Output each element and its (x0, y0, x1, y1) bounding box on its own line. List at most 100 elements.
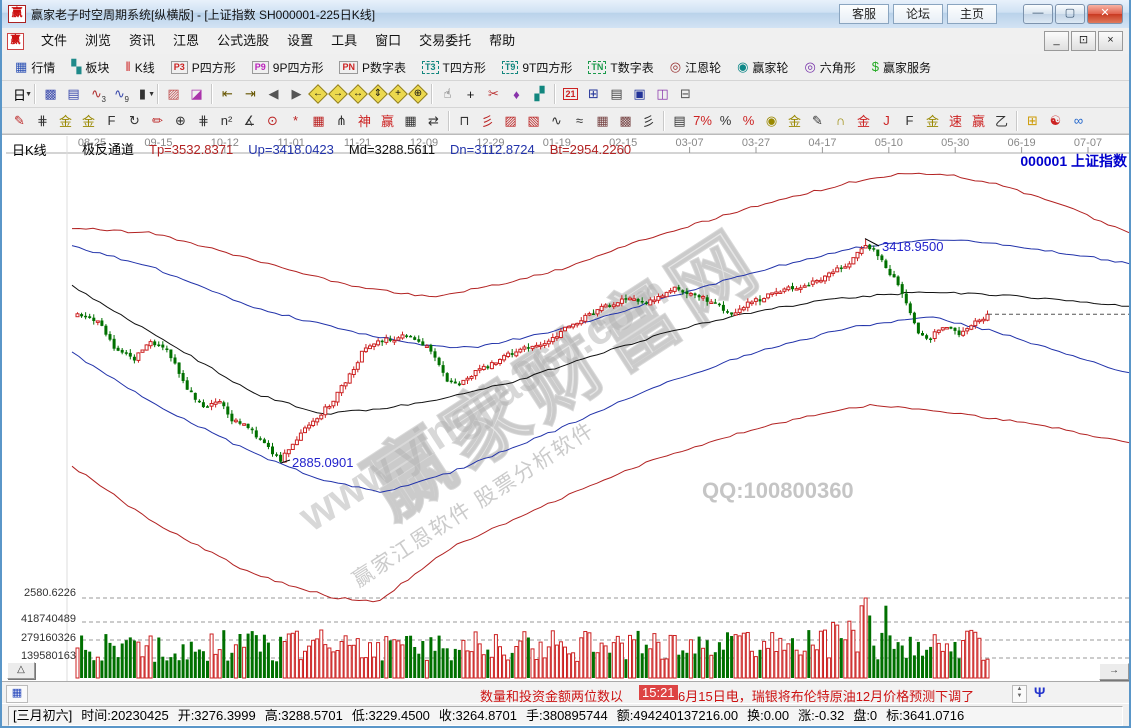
ticker-spinner[interactable]: ▲▼ (1012, 685, 1027, 703)
toolbar-button-market-quotes[interactable]: ▦行情 (8, 55, 62, 79)
next-bar[interactable]: ▶ (285, 83, 308, 105)
draw-wave[interactable]: ≈ (568, 110, 591, 132)
draw-fork[interactable]: ⋔ (330, 110, 353, 132)
draw-n-square[interactable]: n² (215, 110, 238, 132)
toolbar-button-winner-wheel[interactable]: ◉赢家轮 (730, 55, 795, 79)
period-day-dropdown[interactable]: 日▼ (8, 83, 31, 105)
candle-style-dropdown[interactable]: ▮▼ (131, 83, 154, 105)
mdi-minimize-button[interactable]: _ (1044, 31, 1069, 51)
draw-angle-su[interactable]: 速 (944, 110, 967, 132)
draw-f-grid[interactable]: F (100, 110, 123, 132)
draw-angle-ying[interactable]: 赢 (967, 110, 990, 132)
draw-grid-yellow[interactable]: ⊞ (1021, 110, 1044, 132)
calculator[interactable]: ⊞ (582, 83, 605, 105)
draw-compass[interactable]: ⊙ (261, 110, 284, 132)
first-bar[interactable]: ⇤ (216, 83, 239, 105)
menu-item-file[interactable]: 文件 (32, 30, 76, 52)
draw-gold-arc[interactable]: ∩ (829, 110, 852, 132)
info-panel[interactable]: ▤ (62, 83, 85, 105)
draw-measure[interactable]: ⊓ (453, 110, 476, 132)
draw-circle-grid[interactable]: ⊕ (169, 110, 192, 132)
draw-percent[interactable]: % (714, 110, 737, 132)
minimize-button[interactable]: — (1023, 4, 1053, 24)
menu-item-window[interactable]: 窗口 (366, 30, 410, 52)
menu-item-gann[interactable]: 江恩 (164, 30, 208, 52)
menu-item-help[interactable]: 帮助 (480, 30, 524, 52)
print-card[interactable]: ⊟ (674, 83, 697, 105)
draw-angle-f[interactable]: F (898, 110, 921, 132)
color-bars[interactable]: ◪ (185, 83, 208, 105)
toolbar-button-winner-service[interactable]: $赢家服务 (865, 55, 938, 79)
draw-percent-lines[interactable]: % (737, 110, 760, 132)
draw-gold-circle[interactable]: ◉ (760, 110, 783, 132)
toolbar-button-t-square[interactable]: T3T四方形 (415, 55, 493, 79)
maximize-button[interactable]: ▢ (1055, 4, 1085, 24)
draw-hatch[interactable]: ⋕ (31, 110, 54, 132)
titlebar-button-forum[interactable]: 论坛 (893, 4, 943, 24)
draw-angle-gold[interactable]: 金 (921, 110, 944, 132)
titlebar-button-customer-service[interactable]: 客服 (839, 4, 889, 24)
draw-infinity[interactable]: ∞ (1067, 110, 1090, 132)
draw-percent-7[interactable]: 7% (691, 110, 714, 132)
draw-gold-3[interactable]: 金 (852, 110, 875, 132)
export-image[interactable]: ◫ (651, 83, 674, 105)
center-cross-diamond[interactable]: + (388, 84, 408, 104)
titlebar-button-homepage[interactable]: 主页 (947, 4, 997, 24)
scissors[interactable]: ✂ (482, 83, 505, 105)
draw-dense-grid-2[interactable]: ▩ (614, 110, 637, 132)
expand-vertical-diamond[interactable]: ⇕ (368, 84, 388, 104)
puzzle-block[interactable]: ▞ (528, 83, 551, 105)
draw-yinyang[interactable]: ☯ (1044, 110, 1067, 132)
notepad[interactable]: ▤ (605, 83, 628, 105)
save-floppy[interactable]: ▣ (628, 83, 651, 105)
menu-item-browse[interactable]: 浏览 (76, 30, 120, 52)
draw-fan-box-2[interactable]: ▧ (522, 110, 545, 132)
expand-horizontal-diamond[interactable]: ↔ (348, 84, 368, 104)
shift-left-diamond[interactable]: ← (308, 84, 328, 104)
draw-pencil-3[interactable]: ✎ (806, 110, 829, 132)
draw-hatch-2[interactable]: ⋕ (192, 110, 215, 132)
draw-pencil-2[interactable]: ✏ (146, 110, 169, 132)
draw-star-web[interactable]: * (284, 110, 307, 132)
draw-fan-box[interactable]: ▨ (499, 110, 522, 132)
mdi-close-button[interactable]: × (1098, 31, 1123, 51)
draw-gold-lines[interactable]: 金 (783, 110, 806, 132)
toolbar-button-kline[interactable]: ‖K线 (118, 55, 161, 79)
draw-angle-yi[interactable]: 乙 (990, 110, 1013, 132)
draw-hatch-3[interactable]: 彡 (637, 110, 660, 132)
chart-layout[interactable]: ▩ (39, 83, 62, 105)
wave-3[interactable]: ∿3 (85, 83, 108, 105)
crosshair[interactable]: + (459, 83, 482, 105)
menu-item-trade-order[interactable]: 交易委托 (410, 30, 480, 52)
draw-ying[interactable]: 赢 (376, 110, 399, 132)
toolbar-button-p-number-table[interactable]: PNP数字表 (332, 55, 413, 79)
news-table-icon[interactable]: ▦ (6, 685, 28, 703)
draw-gold-grid-2[interactable]: 金 (77, 110, 100, 132)
toolbar-button-9p-square[interactable]: P99P四方形 (245, 55, 331, 79)
calendar-21[interactable]: 21 (559, 83, 582, 105)
draw-dense-grid[interactable]: ▦ (591, 110, 614, 132)
draw-zigzag[interactable]: ∿ (545, 110, 568, 132)
scroll-right-button[interactable]: → (1099, 663, 1129, 680)
toolbar-button-gann-wheel[interactable]: ◎江恩轮 (663, 55, 728, 79)
menu-item-news[interactable]: 资讯 (120, 30, 164, 52)
draw-gold-grid-1[interactable]: 金 (54, 110, 77, 132)
draw-spiral[interactable]: ↻ (123, 110, 146, 132)
last-bar[interactable]: ⇥ (239, 83, 262, 105)
menu-item-settings[interactable]: 设置 (278, 30, 322, 52)
toolbar-button-9t-square[interactable]: T99T四方形 (495, 55, 580, 79)
draw-pencil[interactable]: ✎ (8, 110, 31, 132)
toolbar-button-t-number-table[interactable]: TNT数字表 (581, 55, 660, 79)
menu-item-tools[interactable]: 工具 (322, 30, 366, 52)
pattern-box[interactable]: ▨ (162, 83, 185, 105)
hand-drag[interactable]: ☝ (436, 83, 459, 105)
mdi-restore-button[interactable]: ⊡ (1071, 31, 1096, 51)
shift-right-diamond[interactable]: → (328, 84, 348, 104)
draw-shen[interactable]: 神 (353, 110, 376, 132)
draw-web-box[interactable]: ▦ (307, 110, 330, 132)
wave-9[interactable]: ∿9 (108, 83, 131, 105)
expand-all-diamond[interactable]: ⊕ (408, 84, 428, 104)
menu-item-formula-stock-pick[interactable]: 公式选股 (208, 30, 278, 52)
draw-number-grid[interactable]: ▦ (399, 110, 422, 132)
expand-pane-button[interactable]: △ (7, 662, 35, 679)
